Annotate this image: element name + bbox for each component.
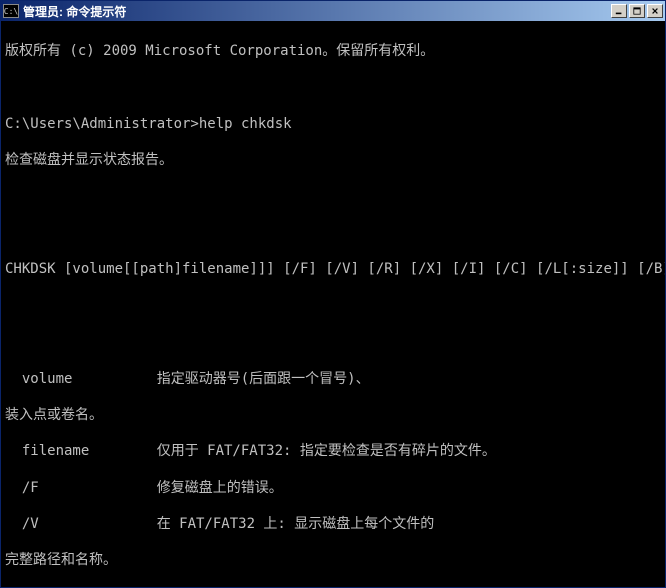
output-line: 装入点或卷名。 (5, 406, 661, 424)
close-icon (651, 7, 659, 15)
titlebar[interactable]: C:\ 管理员: 命令提示符 (1, 1, 665, 21)
close-button[interactable] (647, 4, 663, 18)
output-line: 版权所有 (c) 2009 Microsoft Corporation。保留所有… (5, 42, 661, 60)
output-line: /F 修复磁盘上的错误。 (5, 479, 661, 497)
output-line: volume 指定驱动器号(后面跟一个冒号)、 (5, 370, 661, 388)
maximize-button[interactable] (629, 4, 645, 18)
output-line (5, 297, 661, 315)
output-line: C:\Users\Administrator>help chkdsk (5, 115, 661, 133)
output-line: 检查磁盘并显示状态报告。 (5, 151, 661, 169)
terminal-output[interactable]: 版权所有 (c) 2009 Microsoft Corporation。保留所有… (1, 21, 665, 587)
output-line (5, 188, 661, 206)
output-line (5, 79, 661, 97)
output-line (5, 333, 661, 351)
window-title: 管理员: 命令提示符 (23, 3, 611, 20)
output-line (5, 224, 661, 242)
cmd-icon: C:\ (3, 4, 19, 18)
maximize-icon (633, 7, 641, 15)
output-line: /V 在 FAT/FAT32 上: 显示磁盘上每个文件的 (5, 515, 661, 533)
minimize-icon (615, 7, 623, 15)
minimize-button[interactable] (611, 4, 627, 18)
window-controls (611, 4, 663, 18)
output-line: filename 仅用于 FAT/FAT32: 指定要检查是否有碎片的文件。 (5, 442, 661, 460)
command-prompt-window: C:\ 管理员: 命令提示符 版权所有 (c) 2009 Microsoft C… (0, 0, 666, 588)
output-line: 完整路径和名称。 (5, 551, 661, 569)
output-line: CHKDSK [volume[[path]filename]]] [/F] [/… (5, 260, 661, 278)
